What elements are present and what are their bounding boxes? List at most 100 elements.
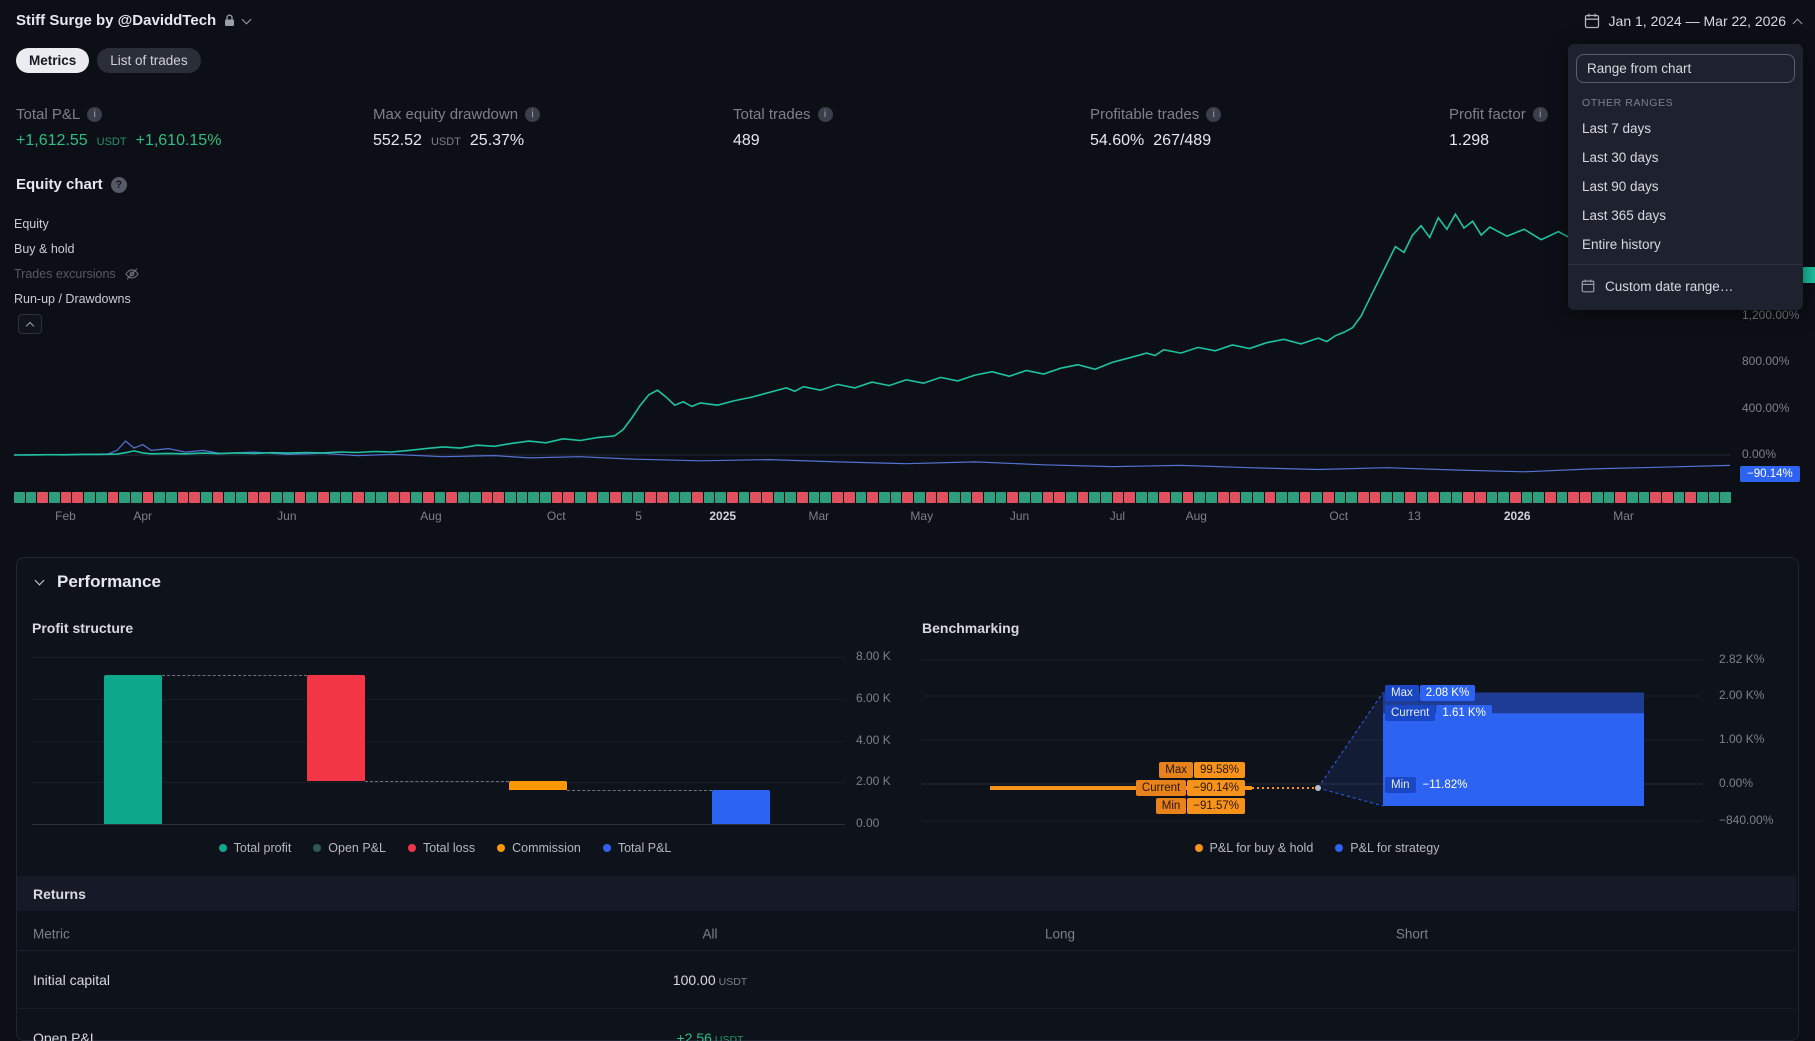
trade-strip-segment <box>1638 492 1650 503</box>
legend-item: Total P&L <box>602 841 671 855</box>
tab-list-of-trades[interactable]: List of trades <box>97 48 201 73</box>
trade-strip-segment <box>84 492 95 503</box>
column-metric: Metric <box>33 926 70 941</box>
trade-strip-segment <box>1252 492 1264 503</box>
y-axis-label: 800.00% <box>1742 354 1790 369</box>
row-value-all: 100.00 USDT <box>672 971 748 988</box>
metric-label: Total P&L <box>16 106 81 123</box>
trade-strip-segment <box>282 492 294 503</box>
menu-divider <box>1568 264 1803 265</box>
legend-item-equity[interactable]: Equity <box>14 211 140 236</box>
trade-strip-segment <box>95 492 107 503</box>
trade-strip-segment <box>352 492 364 503</box>
menu-item-last-30-days[interactable]: Last 30 days <box>1568 143 1803 172</box>
trade-strip-segment <box>785 492 797 503</box>
trade-strip-segment <box>493 492 504 503</box>
equity-chart[interactable] <box>0 200 1815 530</box>
trade-strip-segment <box>247 492 259 503</box>
x-axis-label: Mar <box>1613 509 1634 523</box>
trade-strip-segment <box>1521 492 1533 503</box>
x-axis-label: Oct <box>546 509 566 523</box>
trade-strip-segment <box>680 492 691 503</box>
buy-and-hold-line <box>13 440 1731 473</box>
trade-strip-segment <box>1404 492 1416 503</box>
info-icon[interactable]: i <box>525 107 541 122</box>
info-icon[interactable]: i <box>87 107 103 122</box>
trade-strip-segment <box>1510 492 1521 503</box>
metric-max-drawdown: Max equity drawdown i 552.52 USDT 25.37% <box>373 106 703 150</box>
trade-strip-segment <box>411 492 423 503</box>
trade-strip-segment <box>1287 492 1299 503</box>
trade-strip-segment <box>1697 492 1708 503</box>
buyhold-current-badge: Current −90.14% <box>1135 780 1245 796</box>
date-range-button[interactable]: Jan 1, 2024 — Mar 22, 2026 <box>1583 12 1803 30</box>
trade-strip-segment <box>750 492 761 503</box>
trade-strip-segment <box>1346 492 1358 503</box>
info-icon[interactable]: i <box>817 107 833 122</box>
trade-strip-segment <box>165 492 177 503</box>
metric-total-trades: Total trades i 489 <box>733 106 1063 150</box>
trade-strip-segment <box>1171 492 1182 503</box>
trade-strip-segment <box>1393 492 1404 503</box>
trade-strip-segment <box>878 492 890 503</box>
buyhold-min-badge: Min −91.57% <box>1155 798 1245 814</box>
tab-metrics[interactable]: Metrics <box>16 48 90 73</box>
benchmarking-legend: P&L for buy & hold P&L for strategy <box>922 841 1712 855</box>
trade-strip-segment <box>645 492 656 503</box>
trade-strip-segment <box>715 492 726 503</box>
trade-strip-segment <box>890 492 902 503</box>
trade-strip-segment <box>586 492 598 503</box>
trade-strip-segment <box>1685 492 1696 503</box>
collapse-chart-button[interactable] <box>18 314 42 334</box>
trade-strip-segment <box>972 492 984 503</box>
trade-strip-segment <box>1381 492 1393 503</box>
trade-strip-segment <box>621 492 633 503</box>
x-axis-label: Feb <box>55 509 76 523</box>
trade-strip-segment <box>1650 492 1661 503</box>
trade-strip-segment <box>960 492 972 503</box>
performance-section-header[interactable]: Performance <box>34 572 161 592</box>
menu-item-range-from-chart[interactable]: Range from chart <box>1576 54 1795 83</box>
trade-strip-segment <box>1591 492 1603 503</box>
trade-strip-segment <box>130 492 142 503</box>
legend-item-buy-and-hold[interactable]: Buy & hold <box>14 236 140 261</box>
menu-item-entire-history[interactable]: Entire history <box>1568 230 1803 259</box>
legend-item-trades-excursions[interactable]: Trades excursions <box>14 261 140 286</box>
eye-off-icon[interactable] <box>124 266 140 282</box>
lock-icon <box>224 14 235 27</box>
trade-strip-segment <box>855 492 867 503</box>
trade-strip-segment <box>1100 492 1112 503</box>
trade-strip-segment <box>773 492 785 503</box>
trade-strip-segment <box>937 492 948 503</box>
trade-strip-segment <box>107 492 119 503</box>
equity-line <box>13 212 1731 456</box>
trade-strip-segment <box>949 492 960 503</box>
menu-item-custom-date-range[interactable]: Custom date range… <box>1568 270 1803 302</box>
strategy-title-row[interactable]: Stiff Surge by @DaviddTech <box>16 12 252 29</box>
y-axis-label: 0.00% <box>1742 447 1777 461</box>
metric-value: 1.298 <box>1449 132 1490 149</box>
info-icon[interactable]: i <box>1206 107 1222 122</box>
trade-strip-segment <box>1054 492 1065 503</box>
info-icon[interactable]: i <box>1532 107 1548 122</box>
menu-item-last-7-days[interactable]: Last 7 days <box>1568 114 1803 143</box>
help-icon[interactable]: ? <box>110 176 127 193</box>
table-row-open-pnl: Open P&L +2.56 USDT <box>17 1009 1796 1041</box>
menu-item-last-365-days[interactable]: Last 365 days <box>1568 201 1803 230</box>
trade-strip-segment <box>1007 492 1019 503</box>
trade-strip-segment <box>201 492 212 503</box>
performance-title: Performance <box>57 572 161 591</box>
trade-strip-segment <box>1147 492 1159 503</box>
benchmarking-title: Benchmarking <box>922 620 1020 636</box>
calendar-icon <box>1583 12 1601 30</box>
legend-item-runup-drawdowns[interactable]: Run-up / Drawdowns <box>14 286 140 311</box>
trade-strip-segment <box>539 492 551 503</box>
trade-strip-segment <box>469 492 481 503</box>
trade-strip-segment <box>177 492 189 503</box>
trade-strip-segment <box>1159 492 1171 503</box>
menu-item-last-90-days[interactable]: Last 90 days <box>1568 172 1803 201</box>
strategy-title: Stiff Surge by @DaviddTech <box>16 12 217 29</box>
trade-strip-segment <box>189 492 200 503</box>
trade-strip-segment <box>376 492 387 503</box>
trade-strip-segment <box>1334 492 1346 503</box>
